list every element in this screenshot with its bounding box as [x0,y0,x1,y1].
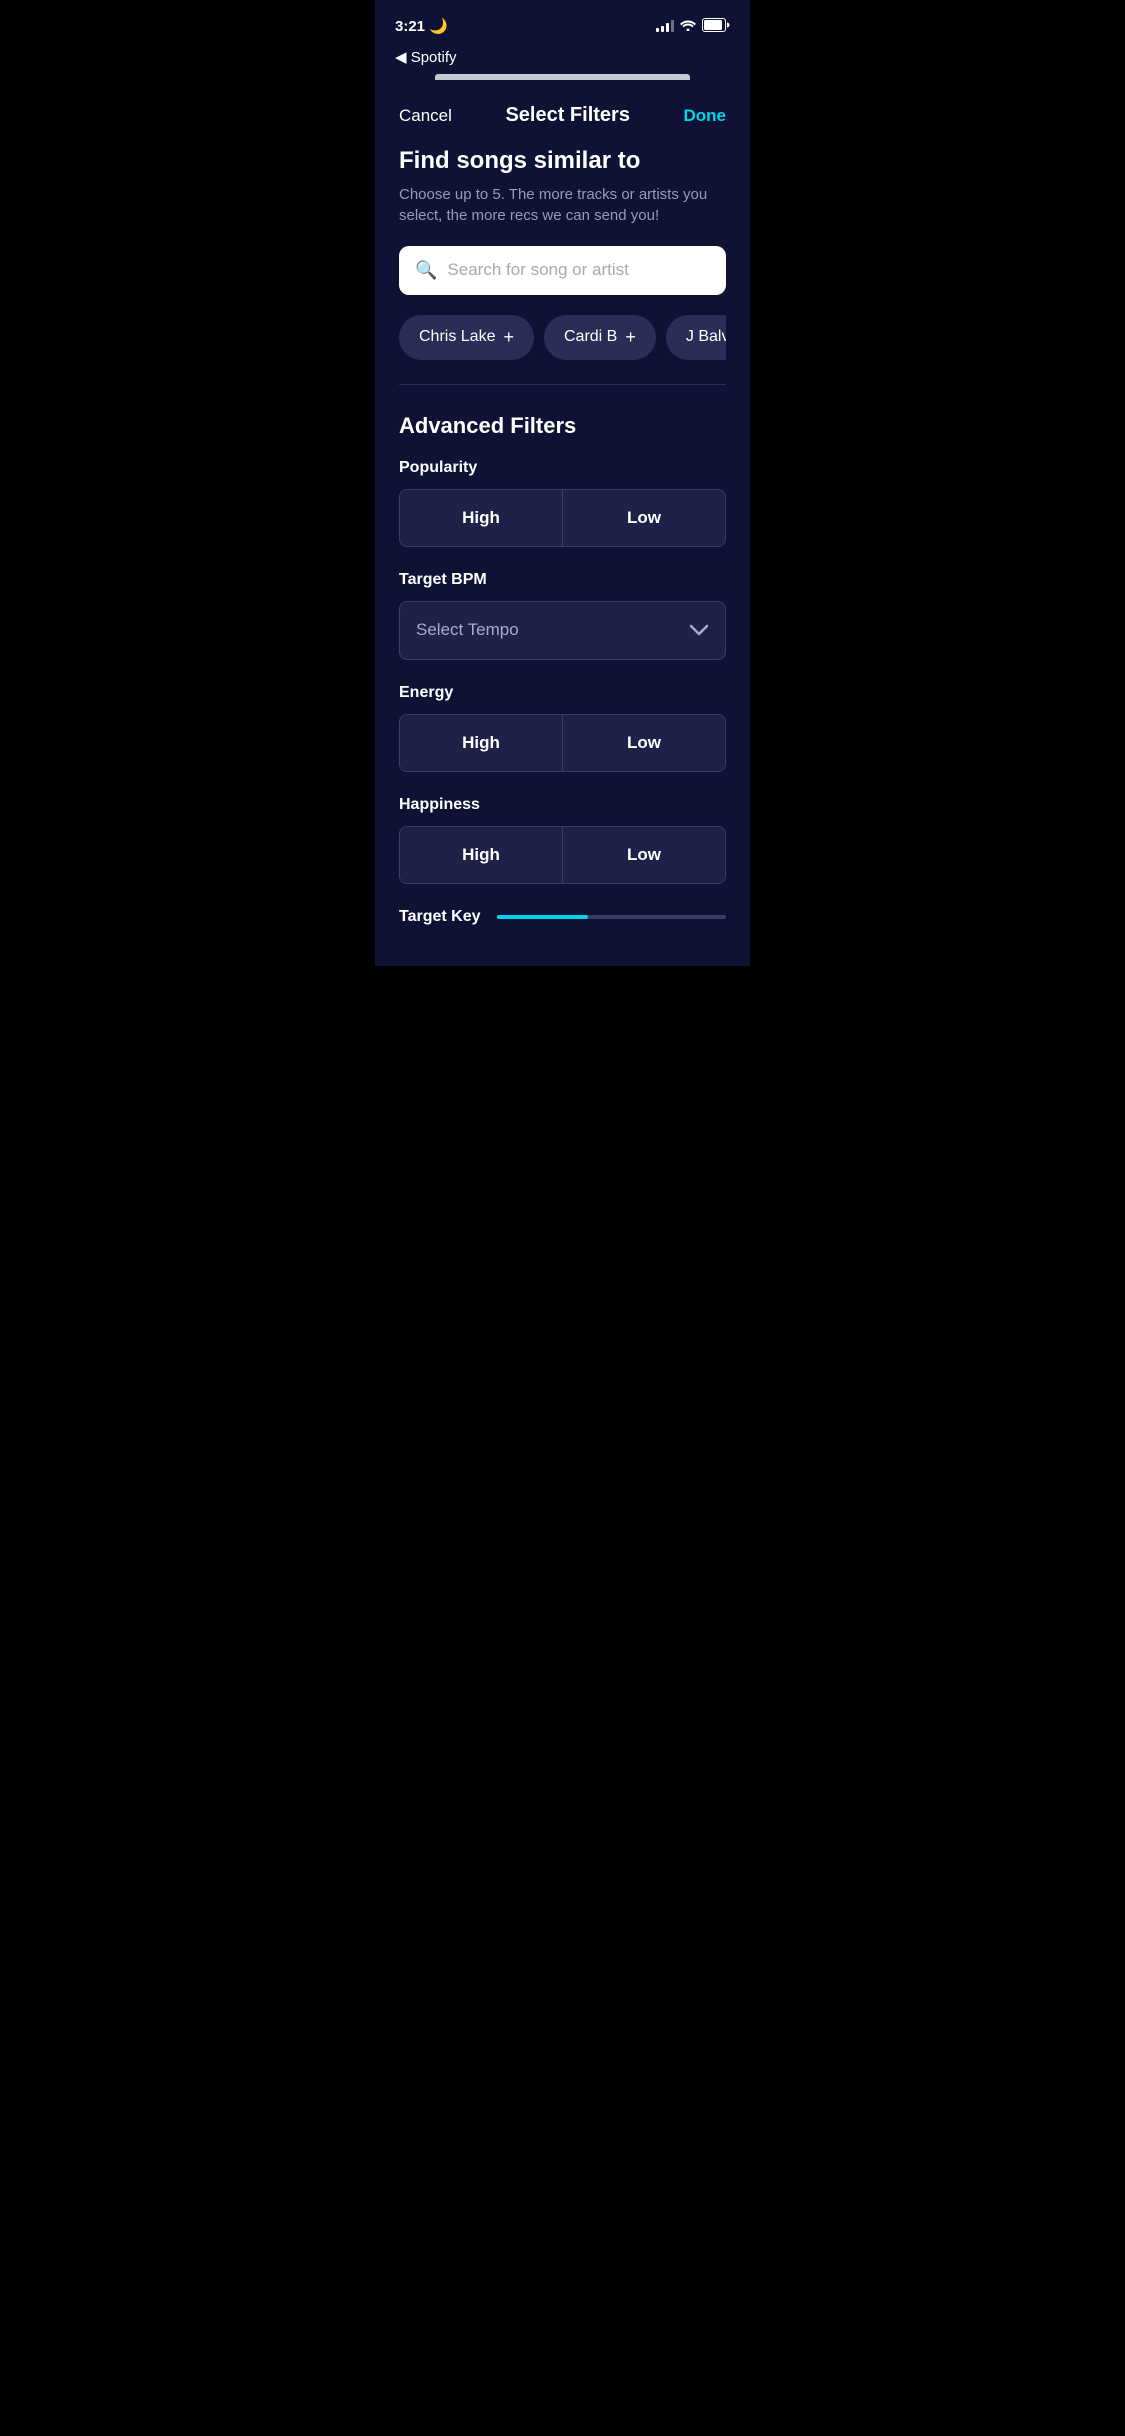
energy-low-button[interactable]: Low [563,715,725,771]
happiness-label: Happiness [399,796,726,814]
back-label: ◀ Spotify [395,48,457,66]
happiness-low-button[interactable]: Low [563,827,725,883]
chip-cardi-b[interactable]: Cardi B + [544,315,656,360]
advanced-filters-title: Advanced Filters [399,413,726,439]
battery-icon [702,18,730,35]
bpm-placeholder-text: Select Tempo [416,620,519,640]
time-display: 3:21 [395,18,425,35]
popularity-label: Popularity [399,459,726,477]
advanced-filters-section: Advanced Filters Popularity High Low Tar… [399,413,726,926]
status-icons [656,18,730,35]
chip-label: Chris Lake [419,328,495,346]
wifi-icon [680,19,696,34]
back-bar: ◀ Spotify [375,44,750,74]
search-placeholder: Search for song or artist [447,260,628,280]
phone-container: 3:21 🌙 [375,0,750,966]
popularity-toggle-group: High Low [399,489,726,547]
happiness-high-button[interactable]: High [400,827,563,883]
signal-bars [656,20,674,32]
find-songs-title: Find songs similar to [399,147,726,176]
chip-plus-icon: + [625,327,636,348]
chip-chris-lake[interactable]: Chris Lake + [399,315,534,360]
chevron-down-icon [689,620,709,641]
happiness-toggle-group: High Low [399,826,726,884]
target-key-row: Target Key [399,908,726,926]
done-button[interactable]: Done [684,106,727,126]
popularity-low-button[interactable]: Low [563,490,725,546]
bpm-dropdown[interactable]: Select Tempo [399,601,726,660]
find-songs-section: Find songs similar to Choose up to 5. Th… [399,147,726,226]
cancel-button[interactable]: Cancel [399,106,452,126]
page-title: Select Filters [505,104,630,127]
target-bpm-label: Target BPM [399,571,726,589]
find-songs-subtitle: Choose up to 5. The more tracks or artis… [399,184,726,226]
moon-icon: 🌙 [429,17,448,35]
popularity-high-button[interactable]: High [400,490,563,546]
target-key-label: Target Key [399,908,481,926]
nav-header: Cancel Select Filters Done [399,80,726,147]
chip-j-balvin[interactable]: J Balvin + [666,315,726,360]
section-divider [399,384,726,385]
energy-toggle-group: High Low [399,714,726,772]
search-input-container[interactable]: 🔍 Search for song or artist [399,246,726,295]
chip-label: Cardi B [564,328,617,346]
back-spotify-button[interactable]: ◀ Spotify [395,48,730,66]
status-time: 3:21 🌙 [395,17,448,35]
chip-plus-icon: + [503,327,514,348]
artist-chips-row: Chris Lake + Cardi B + J Balvin + [399,315,726,364]
search-icon: 🔍 [415,260,437,281]
status-bar: 3:21 🌙 [375,0,750,44]
energy-label: Energy [399,684,726,702]
key-slider-fill [497,915,589,919]
energy-high-button[interactable]: High [400,715,563,771]
chip-label: J Balvin [686,328,726,346]
main-container: Cancel Select Filters Done Find songs si… [375,80,750,966]
target-key-slider[interactable] [497,915,726,919]
